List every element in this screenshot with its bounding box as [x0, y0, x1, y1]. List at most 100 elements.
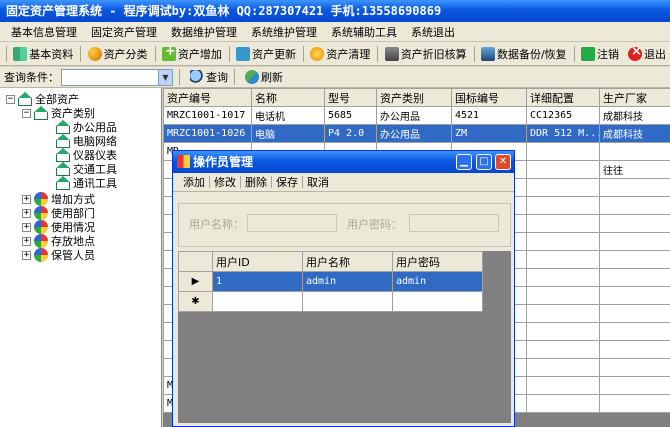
table-cell[interactable]: [599, 304, 670, 323]
menu-exit[interactable]: 系统退出: [404, 24, 462, 40]
table-cell[interactable]: [526, 358, 600, 377]
table-cell[interactable]: CC12365: [526, 106, 600, 125]
tree-node-location[interactable]: + 存放地点: [22, 234, 95, 248]
table-cell[interactable]: [526, 304, 600, 323]
table-row[interactable]: MRZC1001-1026 电脑 P4 2.0 办公用品 ZM DDR 512 M... 成…: [163, 124, 670, 143]
tree-node-vehicles[interactable]: 交通工具: [56, 162, 117, 176]
chevron-down-icon[interactable]: ▼: [158, 69, 172, 85]
table-cell[interactable]: [599, 394, 670, 413]
menu-fixed-assets[interactable]: 固定资产管理: [84, 24, 164, 40]
table-cell[interactable]: [599, 286, 670, 305]
collapse-icon[interactable]: −: [6, 94, 15, 104]
table-cell[interactable]: [599, 340, 670, 359]
table-cell[interactable]: 成都科技: [599, 124, 670, 143]
tree-node-instruments[interactable]: 仪器仪表: [56, 148, 117, 162]
table-cell[interactable]: 电话机: [251, 106, 325, 125]
table-cell[interactable]: [526, 142, 600, 161]
table-cell[interactable]: [526, 214, 600, 233]
search-button[interactable]: 查询: [186, 69, 232, 85]
expand-icon[interactable]: +: [22, 208, 31, 218]
table-cell[interactable]: [526, 286, 600, 305]
table-cell[interactable]: [212, 291, 303, 312]
table-cell[interactable]: [599, 142, 670, 161]
dialog-titlebar[interactable]: 操作员管理 ▁ □ ✕: [173, 151, 514, 173]
column-header[interactable]: 资产编号: [163, 88, 252, 107]
expand-icon[interactable]: +: [22, 250, 31, 260]
column-header[interactable]: 名称: [251, 88, 325, 107]
table-cell[interactable]: [526, 268, 600, 287]
table-cell[interactable]: [526, 196, 600, 215]
save-button[interactable]: 保存: [272, 174, 302, 190]
tree-node-office-supplies[interactable]: 办公用品: [56, 120, 117, 134]
table-cell[interactable]: [599, 214, 670, 233]
collapse-icon[interactable]: −: [22, 108, 31, 118]
basic-info-button[interactable]: 基本资料: [9, 44, 77, 64]
table-cell[interactable]: [302, 291, 393, 312]
tree-node-add-method[interactable]: + 增加方式: [22, 192, 95, 206]
table-cell[interactable]: 成都科技: [599, 106, 670, 125]
table-cell[interactable]: [599, 268, 670, 287]
table-cell[interactable]: [526, 178, 600, 197]
menu-data-maintenance[interactable]: 数据维护管理: [164, 24, 244, 40]
table-cell[interactable]: [526, 160, 600, 179]
menu-system-tools[interactable]: 系统辅助工具: [324, 24, 404, 40]
table-cell[interactable]: [599, 322, 670, 341]
query-condition-select[interactable]: ▼: [61, 68, 173, 86]
table-cell[interactable]: admin: [392, 271, 483, 292]
column-header[interactable]: 用户名称: [302, 251, 393, 272]
tree-node-communication[interactable]: 通讯工具: [56, 176, 117, 190]
asset-tree[interactable]: − 全部资产 − 资产类别 办公用品 电脑网络 仪器仪表 交通工具 通讯工具 + 增加…: [0, 88, 162, 427]
expand-icon[interactable]: +: [22, 222, 31, 232]
cancel-button[interactable]: 取消: [303, 174, 333, 190]
table-cell[interactable]: [599, 232, 670, 251]
asset-category-button[interactable]: 资产分类: [84, 44, 152, 64]
column-header[interactable]: 详细配置: [526, 88, 600, 107]
tree-node-usage[interactable]: + 使用情况: [22, 220, 95, 234]
delete-button[interactable]: 删除: [241, 174, 271, 190]
column-header[interactable]: 生产厂家: [599, 88, 670, 107]
table-cell[interactable]: MRZC1001-1017: [163, 106, 252, 125]
table-cell[interactable]: [599, 250, 670, 269]
asset-update-button[interactable]: 资产更新: [232, 44, 300, 64]
table-cell[interactable]: 1: [212, 271, 303, 292]
tree-node-root[interactable]: − 全部资产: [6, 92, 79, 106]
asset-clear-button[interactable]: 资产清理: [306, 44, 374, 64]
table-row[interactable]: ▶ 1 admin admin: [178, 271, 483, 292]
table-cell[interactable]: P4 2.0: [324, 124, 377, 143]
table-cell[interactable]: [526, 376, 600, 395]
table-cell[interactable]: 办公用品: [376, 124, 452, 143]
maximize-button[interactable]: □: [476, 154, 492, 170]
table-cell[interactable]: [599, 376, 670, 395]
table-row[interactable]: MRZC1001-1017 电话机 5685 办公用品 4521 CC12365 成都科技: [163, 106, 670, 125]
table-cell[interactable]: [599, 178, 670, 197]
table-cell[interactable]: [526, 340, 600, 359]
operator-grid[interactable]: 用户ID 用户名称 用户密码 ▶ 1 admin admin ✱: [178, 251, 511, 423]
table-cell[interactable]: MRZC1001-1026: [163, 124, 252, 143]
table-cell[interactable]: [599, 196, 670, 215]
table-cell[interactable]: DDR 512 M...: [526, 124, 600, 143]
expand-icon[interactable]: +: [22, 236, 31, 246]
backup-button[interactable]: 数据备份/恢复: [477, 44, 571, 64]
table-row[interactable]: ✱: [178, 291, 483, 312]
username-input[interactable]: [247, 214, 337, 232]
operator-table[interactable]: 用户ID 用户名称 用户密码 ▶ 1 admin admin ✱: [178, 251, 483, 312]
table-cell[interactable]: [392, 291, 483, 312]
password-input[interactable]: [409, 214, 499, 232]
table-cell[interactable]: 4521: [451, 106, 527, 125]
depreciation-button[interactable]: 资产折旧核算: [381, 44, 471, 64]
menu-system-maintenance[interactable]: 系统维护管理: [244, 24, 324, 40]
table-cell[interactable]: 往往: [599, 160, 670, 179]
close-button[interactable]: ✕: [495, 154, 511, 170]
logout-button[interactable]: 注销: [577, 44, 623, 64]
refresh-button[interactable]: 刷新: [241, 69, 287, 85]
tree-node-category[interactable]: − 资产类别: [22, 106, 95, 120]
tree-node-computer-network[interactable]: 电脑网络: [56, 134, 117, 148]
table-cell[interactable]: ZM: [451, 124, 527, 143]
menu-basic-info[interactable]: 基本信息管理: [4, 24, 84, 40]
tree-node-department[interactable]: + 使用部门: [22, 206, 95, 220]
table-cell[interactable]: [599, 358, 670, 377]
expand-icon[interactable]: +: [22, 194, 31, 204]
column-header[interactable]: 用户密码: [392, 251, 483, 272]
column-header[interactable]: 型号: [324, 88, 377, 107]
table-cell[interactable]: [526, 232, 600, 251]
